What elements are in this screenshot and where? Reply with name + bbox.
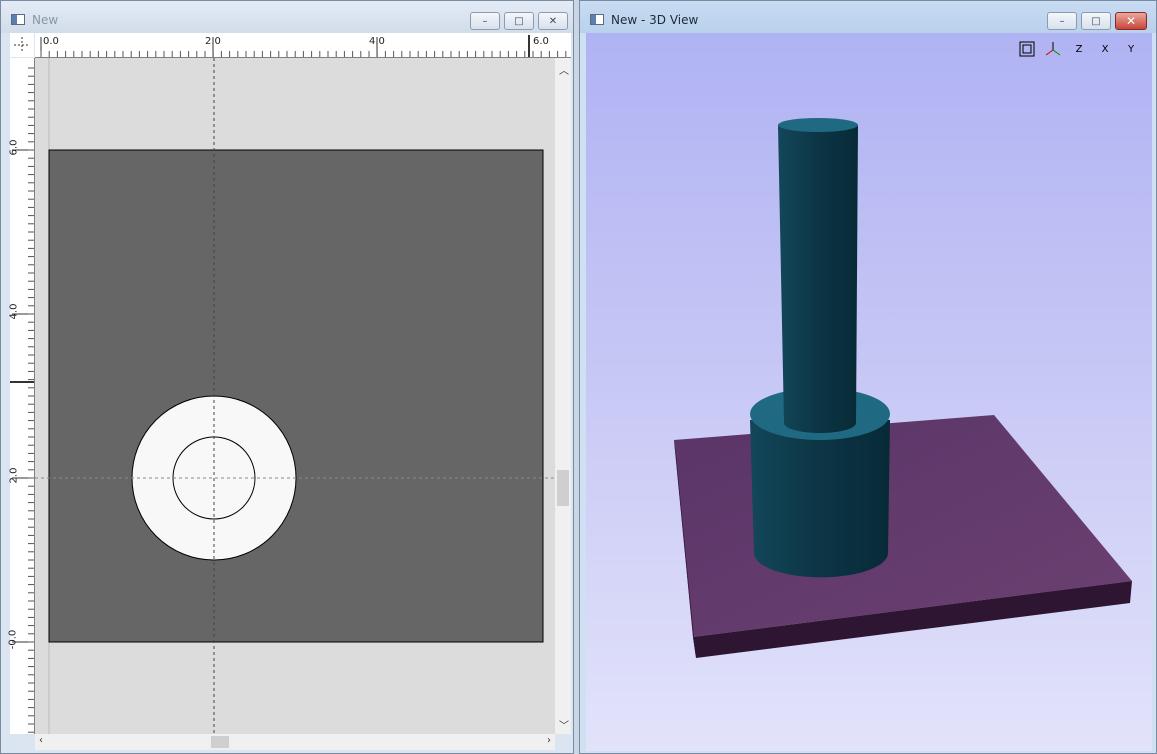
scroll-up-icon[interactable]: ︿ — [559, 62, 569, 77]
horizontal-scroll-thumb[interactable] — [211, 736, 229, 748]
lower-cylinder-body — [750, 420, 890, 578]
base-plate-sketch — [48, 149, 544, 643]
horizontal-scrollbar[interactable]: ‹ › — [35, 734, 555, 750]
maximize-icon: □ — [514, 15, 524, 27]
3d-viewport[interactable]: Z X Y — [586, 33, 1152, 751]
window-app-icon — [11, 14, 25, 25]
ruler-y-label: 2.0 — [8, 467, 20, 484]
sketch-canvas[interactable] — [35, 58, 555, 734]
ruler-x-label: 4.0 — [369, 36, 385, 47]
horizontal-ruler: 0.0 2.0 4.0 6.0 — [35, 33, 571, 58]
vertical-scrollbar[interactable]: ︿ ﹀ — [555, 58, 571, 734]
close-button[interactable]: ✕ — [538, 12, 568, 30]
minimize-button[interactable]: – — [470, 12, 500, 30]
upper-cylinder-body — [778, 125, 858, 433]
title-bar[interactable]: New - 3D View – □ ✕ — [580, 1, 1156, 33]
maximize-button[interactable]: □ — [1081, 12, 1111, 30]
3d-view-window: New - 3D View – □ ✕ Z X Y — [579, 0, 1157, 754]
ruler-y-label: 6.0 — [8, 139, 20, 156]
ruler-y-label: -0.0 — [7, 629, 19, 650]
scroll-left-icon[interactable]: ‹ — [39, 735, 43, 746]
window-title: New - 3D View — [611, 13, 699, 27]
ruler-origin-icon[interactable] — [10, 33, 34, 57]
minimize-icon: – — [482, 15, 488, 27]
sketch-window: New – □ ✕ 0.0 2.0 4.0 6.0 6.0 4.0 2.0 -0… — [0, 0, 574, 754]
close-icon: ✕ — [1125, 14, 1137, 28]
close-icon: ✕ — [548, 15, 558, 27]
window-title: New — [32, 13, 59, 27]
ruler-y-label: 4.0 — [8, 303, 20, 320]
minimize-icon: – — [1059, 15, 1065, 27]
window-app-icon — [590, 14, 604, 25]
upper-cylinder-top — [778, 118, 858, 132]
minimize-button[interactable]: – — [1047, 12, 1077, 30]
title-bar[interactable]: New – □ ✕ — [1, 1, 573, 33]
scroll-down-icon[interactable]: ﹀ — [559, 717, 569, 732]
ruler-x-label: 0.0 — [43, 36, 59, 47]
vertical-ruler: 6.0 4.0 2.0 -0.0 — [7, 58, 35, 734]
close-button[interactable]: ✕ — [1115, 12, 1147, 30]
vertical-scroll-thumb[interactable] — [557, 470, 569, 506]
maximize-icon: □ — [1091, 15, 1101, 27]
ruler-x-label: 6.0 — [533, 36, 549, 47]
ruler-x-label: 2.0 — [205, 36, 221, 47]
scroll-right-icon[interactable]: › — [547, 735, 551, 746]
maximize-button[interactable]: □ — [504, 12, 534, 30]
